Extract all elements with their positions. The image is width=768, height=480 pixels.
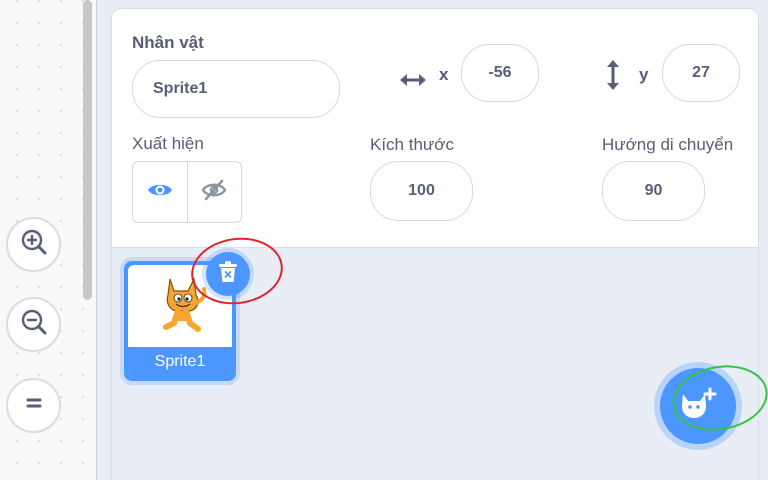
sprite-name-field[interactable]: Sprite1: [132, 60, 340, 118]
sprite-name-caption: Sprite1: [128, 347, 232, 377]
y-label: y: [639, 65, 649, 84]
sprite-info-pane: Nhân vật Sprite1 x -56 y 27 Xuất hiện Kí…: [111, 8, 759, 248]
equals-icon: [22, 391, 46, 420]
sprite-name-label: Nhân vật: [132, 33, 204, 52]
hide-button[interactable]: [186, 162, 242, 222]
zoom-out-icon: [19, 307, 49, 342]
x-label: x: [439, 65, 449, 84]
x-position-icon: [399, 71, 427, 94]
zoom-in-button[interactable]: [6, 217, 61, 272]
vertical-scrollbar[interactable]: [83, 0, 92, 300]
sprite-list-area: Sprite1: [111, 231, 768, 480]
code-area[interactable]: [0, 0, 97, 480]
show-button[interactable]: [133, 162, 187, 222]
size-field[interactable]: 100: [370, 161, 473, 221]
zoom-in-icon: [19, 227, 49, 262]
eye-icon: [147, 181, 173, 204]
y-position-field[interactable]: 27: [662, 44, 740, 102]
direction-label: Hướng di chuyển: [602, 135, 734, 154]
direction-field[interactable]: 90: [602, 161, 705, 221]
zoom-reset-button[interactable]: [6, 378, 61, 433]
eye-slash-icon: [201, 178, 227, 207]
zoom-out-button[interactable]: [6, 297, 61, 352]
size-label: Kích thước: [370, 135, 454, 154]
show-label: Xuất hiện: [132, 134, 204, 153]
x-position-field[interactable]: -56: [461, 44, 539, 102]
visibility-toggle-group: [132, 161, 242, 223]
y-position-icon: [604, 59, 622, 96]
